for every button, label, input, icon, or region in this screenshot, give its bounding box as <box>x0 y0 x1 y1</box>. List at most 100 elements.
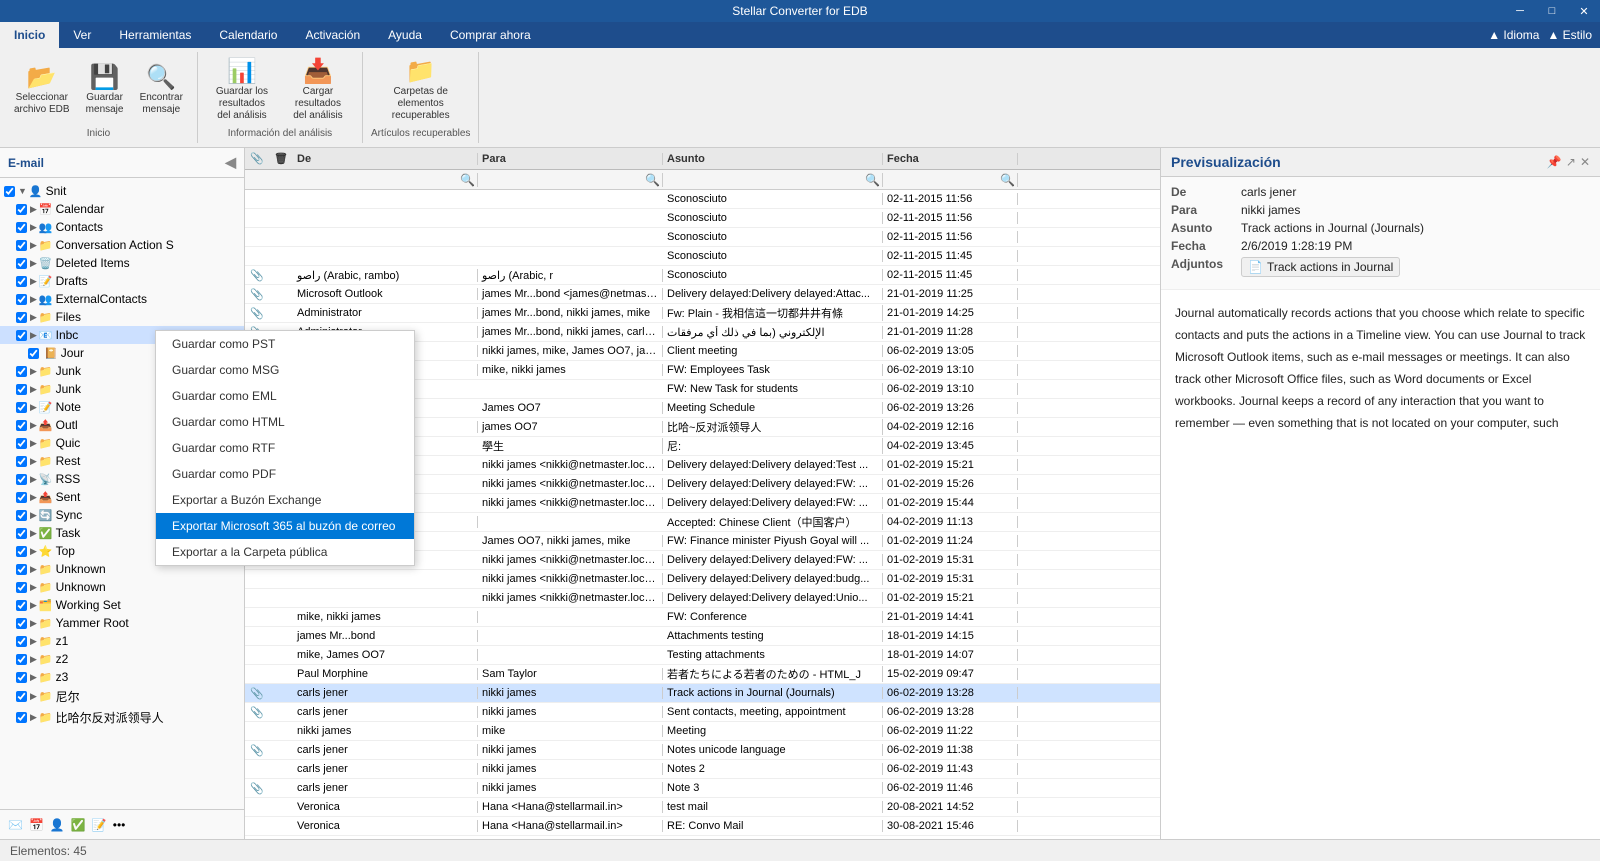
expand-arrow-z3[interactable]: ▶ <box>30 672 37 683</box>
tree-checkbox-inbox[interactable] <box>16 330 27 341</box>
tree-checkbox-note[interactable] <box>16 402 27 413</box>
expand-arrow-drafts[interactable]: ▶ <box>30 276 37 287</box>
tab-calendario[interactable]: Calendario <box>205 22 291 48</box>
email-row-31[interactable]: 📎carls jenernikki jamesNote 306-02-2019 … <box>245 779 1160 798</box>
email-row-33[interactable]: VeronicaHana <Hana@stellarmail.in>RE: Co… <box>245 817 1160 836</box>
tab-ver[interactable]: Ver <box>59 22 105 48</box>
sidebar-item-calendar[interactable]: ▶📅Calendar <box>0 200 244 218</box>
expand-arrow-yammer[interactable]: ▶ <box>30 618 37 629</box>
nav-contacts-icon[interactable]: 👤 <box>50 818 65 832</box>
expand-arrow-outl[interactable]: ▶ <box>30 420 37 431</box>
restore-button[interactable]: □ <box>1536 0 1568 22</box>
preview-pin-button[interactable]: 📌 <box>1547 155 1562 169</box>
tree-checkbox-task[interactable] <box>16 528 27 539</box>
context-menu-item-1[interactable]: Guardar como MSG <box>156 357 414 383</box>
tree-checkbox-ext-contacts[interactable] <box>16 294 27 305</box>
expand-arrow-z2[interactable]: ▶ <box>30 654 37 665</box>
expand-arrow-junk2[interactable]: ▶ <box>30 384 37 395</box>
email-row-2[interactable]: Sconosciuto02-11-2015 11:56 <box>245 228 1160 247</box>
minimize-button[interactable]: ─ <box>1504 0 1536 22</box>
expand-arrow-unknown1[interactable]: ▶ <box>30 564 37 575</box>
expand-arrow-unknown2[interactable]: ▶ <box>30 582 37 593</box>
expand-arrow-conv-action[interactable]: ▶ <box>30 240 37 251</box>
col-header-fecha[interactable]: Fecha <box>883 153 1018 165</box>
tree-checkbox-quic[interactable] <box>16 438 27 449</box>
expand-arrow-note[interactable]: ▶ <box>30 402 37 413</box>
expand-arrow-z1[interactable]: ▶ <box>30 636 37 647</box>
col-header-de[interactable]: De <box>293 153 478 165</box>
tree-checkbox-drafts[interactable] <box>16 276 27 287</box>
tree-checkbox-z2[interactable] <box>16 654 27 665</box>
tree-checkbox-junk2[interactable] <box>16 384 27 395</box>
context-menu-item-4[interactable]: Guardar como RTF <box>156 435 414 461</box>
email-row-32[interactable]: VeronicaHana <Hana@stellarmail.in>test m… <box>245 798 1160 817</box>
sidebar-item-deleted[interactable]: ▶🗑️Deleted Items <box>0 254 244 272</box>
tab-ayuda[interactable]: Ayuda <box>374 22 436 48</box>
expand-arrow-sync[interactable]: ▶ <box>30 510 37 521</box>
tree-checkbox-yammer[interactable] <box>16 618 27 629</box>
email-row-25[interactable]: Paul MorphineSam Taylor若者たちによる若者のための - H… <box>245 665 1160 684</box>
email-row-20[interactable]: nikki james <nikki@netmaster.local>Deliv… <box>245 570 1160 589</box>
nav-tasks-icon[interactable]: ✅ <box>71 818 86 832</box>
nav-mail-icon[interactable]: ✉️ <box>8 818 23 832</box>
expand-arrow-working[interactable]: ▶ <box>30 600 37 611</box>
email-row-27[interactable]: 📎carls jenernikki jamesSent contacts, me… <box>245 703 1160 722</box>
tree-checkbox-working[interactable] <box>16 600 27 611</box>
email-row-0[interactable]: Sconosciuto02-11-2015 11:56 <box>245 190 1160 209</box>
context-menu-item-8[interactable]: Exportar a la Carpeta pública <box>156 539 414 565</box>
preview-close-button[interactable]: ✕ <box>1580 155 1590 169</box>
btn-encontrar-mensaje[interactable]: 🔍 Encontrarmensaje <box>134 62 189 120</box>
tree-checkbox-nieu[interactable] <box>16 691 27 702</box>
sidebar-item-drafts[interactable]: ▶📝Drafts <box>0 272 244 290</box>
sidebar-item-ext-contacts[interactable]: ▶👥ExternalContacts <box>0 290 244 308</box>
email-row-1[interactable]: Sconosciuto02-11-2015 11:56 <box>245 209 1160 228</box>
email-row-26[interactable]: 📎carls jenernikki jamesTrack actions in … <box>245 684 1160 703</box>
nav-notes-icon[interactable]: 📝 <box>92 818 107 832</box>
tree-checkbox-calendar[interactable] <box>16 204 27 215</box>
sidebar-item-bihao[interactable]: ▶📁比哈尔反对派领导人 <box>0 707 244 728</box>
tree-checkbox-top[interactable] <box>16 546 27 557</box>
preview-popout-button[interactable]: ↗ <box>1566 155 1576 169</box>
expand-arrow-files[interactable]: ▶ <box>30 312 37 323</box>
tree-checkbox-rest[interactable] <box>16 456 27 467</box>
tree-checkbox-outl[interactable] <box>16 420 27 431</box>
email-row-24[interactable]: mike, James OO7Testing attachments18-01-… <box>245 646 1160 665</box>
nav-more-icon[interactable]: ••• <box>113 818 126 832</box>
btn-carpetas-recuperables[interactable]: 📁 Carpetas de elementosrecuperables <box>385 56 457 126</box>
search-asunto-input[interactable] <box>665 174 865 186</box>
col-header-asunto[interactable]: Asunto <box>663 153 883 165</box>
context-menu-item-7[interactable]: Exportar Microsoft 365 al buzón de corre… <box>156 513 414 539</box>
expand-arrow-sent[interactable]: ▶ <box>30 492 37 503</box>
sidebar-item-contacts[interactable]: ▶👥Contacts <box>0 218 244 236</box>
expand-arrow-bihao[interactable]: ▶ <box>30 712 37 723</box>
tree-checkbox-sync[interactable] <box>16 510 27 521</box>
close-button[interactable]: ✕ <box>1568 0 1600 22</box>
email-row-28[interactable]: nikki jamesmikeMeeting06-02-2019 11:22 <box>245 722 1160 741</box>
expand-arrow-ext-contacts[interactable]: ▶ <box>30 294 37 305</box>
tree-checkbox-contacts[interactable] <box>16 222 27 233</box>
search-fecha-input[interactable] <box>885 174 1000 186</box>
email-row-22[interactable]: mike, nikki jamesFW: Conference21-01-201… <box>245 608 1160 627</box>
col-header-para[interactable]: Para <box>478 153 663 165</box>
expand-arrow-snit[interactable]: ▼ <box>18 186 27 196</box>
sidebar-item-nieu[interactable]: ▶📁尼尔 <box>0 686 244 707</box>
tree-checkbox-junk1[interactable] <box>16 366 27 377</box>
expand-arrow-nieu[interactable]: ▶ <box>30 691 37 702</box>
tree-checkbox-z1[interactable] <box>16 636 27 647</box>
tree-checkbox-bihao[interactable] <box>16 712 27 723</box>
tree-checkbox-deleted[interactable] <box>16 258 27 269</box>
tree-checkbox-unknown2[interactable] <box>16 582 27 593</box>
expand-arrow-rest[interactable]: ▶ <box>30 456 37 467</box>
context-menu-item-3[interactable]: Guardar como HTML <box>156 409 414 435</box>
btn-seleccionar-edb[interactable]: 📂 Seleccionararchivo EDB <box>8 62 76 120</box>
email-row-29[interactable]: 📎carls jenernikki jamesNotes unicode lan… <box>245 741 1160 760</box>
sidebar-item-z3[interactable]: ▶📁z3 <box>0 668 244 686</box>
sidebar-item-z2[interactable]: ▶📁z2 <box>0 650 244 668</box>
email-row-34[interactable]: VeronicaHana <Hana@stellarmail.in>RE: Co… <box>245 836 1160 839</box>
btn-cargar-resultados[interactable]: 📥 Cargar resultadosdel análisis <box>282 56 354 126</box>
sidebar-item-working[interactable]: ▶🗂️Working Set <box>0 596 244 614</box>
nav-calendar-icon[interactable]: 📅 <box>29 818 44 832</box>
expand-arrow-quic[interactable]: ▶ <box>30 438 37 449</box>
context-menu-item-6[interactable]: Exportar a Buzón Exchange <box>156 487 414 513</box>
expand-arrow-task[interactable]: ▶ <box>30 528 37 539</box>
